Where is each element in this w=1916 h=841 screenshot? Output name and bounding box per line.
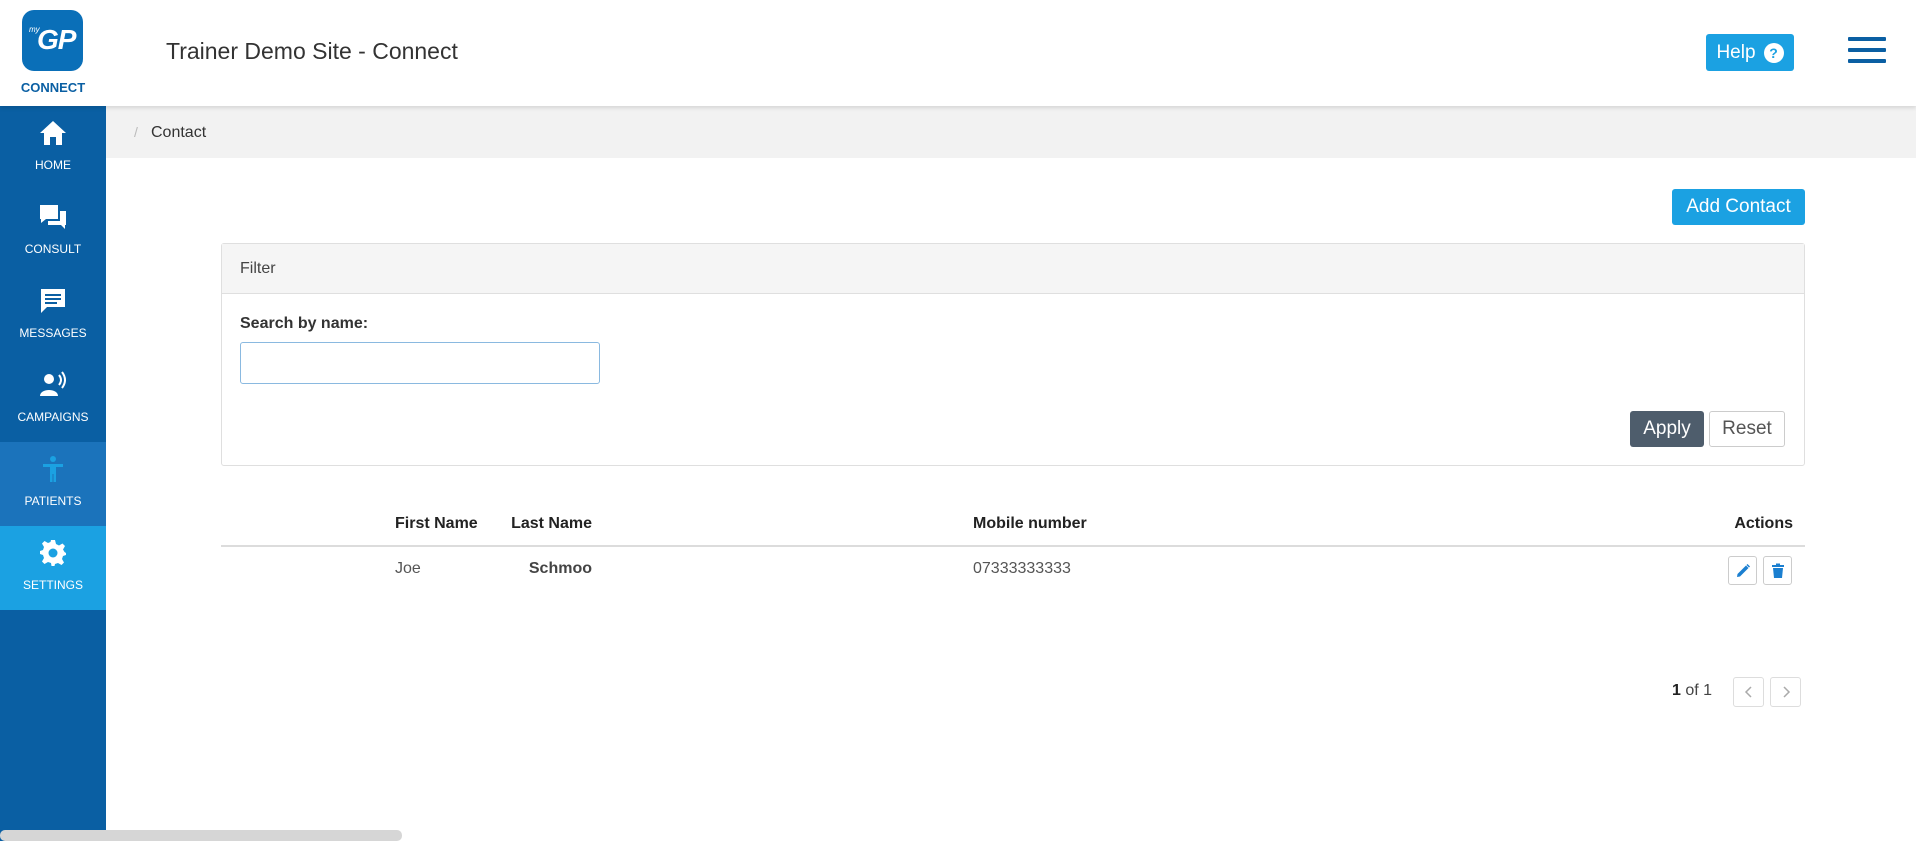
current-page: 1 <box>1672 682 1681 699</box>
breadcrumb-current: Contact <box>151 124 207 141</box>
chevron-right-icon <box>1782 686 1790 698</box>
sidebar-item-settings[interactable]: SETTINGS <box>0 526 106 610</box>
search-label: Search by name: <box>240 315 369 332</box>
sidebar-item-consult[interactable]: CONSULT <box>0 190 106 274</box>
next-page-button[interactable] <box>1770 677 1801 707</box>
person-icon <box>43 456 63 482</box>
help-button[interactable]: Help ? <box>1706 34 1794 71</box>
broadcast-person-icon <box>40 371 66 396</box>
gear-icon <box>40 540 66 566</box>
column-header-first-name[interactable]: First Name <box>395 515 478 533</box>
sidebar-item-campaigns[interactable]: CAMPAIGNS <box>0 358 106 442</box>
filter-title: Filter <box>222 244 1804 294</box>
trash-icon <box>1771 563 1784 578</box>
add-contact-button[interactable]: Add Contact <box>1672 189 1805 225</box>
column-header-actions: Actions <box>1734 515 1793 532</box>
cell-last-name: Schmoo <box>528 560 592 577</box>
page-total: of 1 <box>1685 682 1713 699</box>
sidebar-item-messages[interactable]: MESSAGES <box>0 274 106 358</box>
breadcrumb: / Contact <box>106 106 1916 158</box>
help-label: Help <box>1716 41 1756 63</box>
message-icon <box>41 289 65 313</box>
column-header-last-name[interactable]: Last Name <box>511 515 592 533</box>
home-icon <box>40 121 66 145</box>
delete-button[interactable] <box>1763 556 1792 585</box>
reset-button[interactable]: Reset <box>1709 411 1785 447</box>
horizontal-scrollbar[interactable] <box>0 830 402 841</box>
filter-panel: Filter Search by name: Apply Reset <box>221 243 1805 466</box>
page-title: Trainer Demo Site - Connect <box>166 38 458 64</box>
sidebar-item-label: HOME <box>35 158 71 172</box>
logo-caption: CONNECT <box>20 80 86 95</box>
logo-badge: my GP <box>22 10 83 71</box>
search-input[interactable] <box>240 342 600 384</box>
prev-page-button[interactable] <box>1733 677 1764 707</box>
cell-mobile: 07333333333 <box>973 560 1071 577</box>
sidebar-item-label: MESSAGES <box>19 326 87 340</box>
breadcrumb-separator: / <box>134 124 138 140</box>
cell-first-name: Joe <box>395 560 421 577</box>
sidebar-item-label: CAMPAIGNS <box>17 410 89 424</box>
sidebar-item-patients[interactable]: PATIENTS <box>0 442 106 526</box>
sidebar-item-home[interactable]: HOME <box>0 106 106 190</box>
sidebar-item-label: PATIENTS <box>24 494 82 508</box>
chat-bubbles-icon <box>40 205 66 229</box>
chevron-left-icon <box>1744 686 1752 698</box>
edit-button[interactable] <box>1728 556 1757 585</box>
sidebar-item-label: SETTINGS <box>22 578 83 592</box>
sidebar-item-label: CONSULT <box>24 242 82 256</box>
app-logo[interactable]: my GP CONNECT <box>0 0 106 106</box>
table-header-divider <box>221 545 1805 547</box>
hamburger-menu-icon[interactable] <box>1848 37 1886 63</box>
question-circle-icon: ? <box>1763 42 1784 63</box>
sidebar: HOME CONSULT MESSAGES CAMPAIGNS PATIENTS… <box>0 106 106 841</box>
apply-button[interactable]: Apply <box>1630 411 1704 447</box>
pencil-icon <box>1736 563 1750 577</box>
pagination-info: 1 of 1 <box>1672 682 1712 700</box>
top-header: my GP CONNECT Trainer Demo Site - Connec… <box>0 0 1916 106</box>
logo-main-text: GP <box>37 24 76 55</box>
column-header-mobile[interactable]: Mobile number <box>973 515 1087 533</box>
